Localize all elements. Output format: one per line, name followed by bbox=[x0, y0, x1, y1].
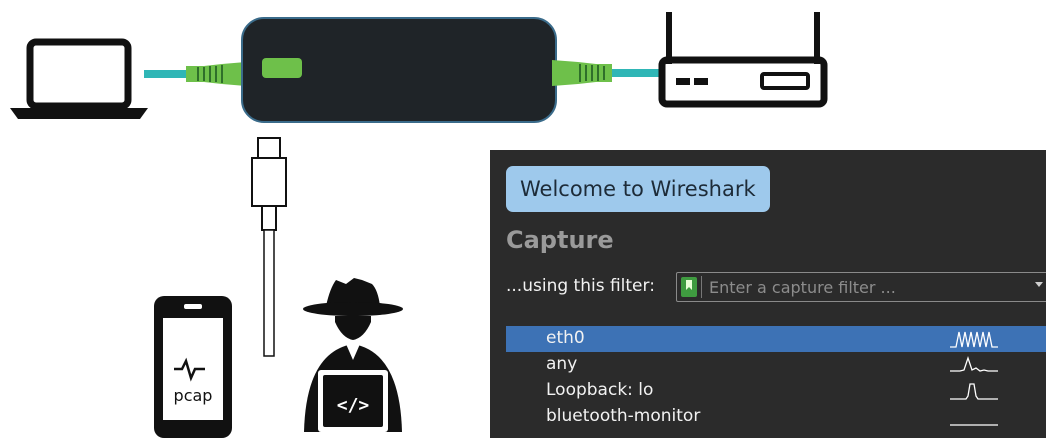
network-tap-device bbox=[241, 17, 557, 123]
smartphone-icon: pcap bbox=[154, 296, 232, 438]
hacker-icon: </> bbox=[303, 278, 403, 432]
interface-row-any[interactable]: any bbox=[506, 352, 1046, 378]
capture-heading: Capture bbox=[506, 226, 614, 254]
filter-label: ...using this filter: bbox=[506, 276, 655, 296]
interface-row-loopback[interactable]: Loopback: lo bbox=[506, 378, 1046, 404]
filter-divider bbox=[701, 276, 702, 298]
interface-name: bluetooth-monitor bbox=[546, 406, 701, 426]
interface-list: eth0 any Loopback: lo bluetooth-monitor bbox=[506, 326, 1046, 430]
interface-row-eth0[interactable]: eth0 bbox=[506, 326, 1046, 352]
phone-label: pcap bbox=[174, 386, 213, 405]
dropdown-caret-icon[interactable] bbox=[1035, 282, 1043, 287]
usb-cable bbox=[251, 137, 287, 357]
ethernet-cable-right bbox=[552, 60, 660, 86]
device-led bbox=[262, 58, 302, 78]
interface-row-bluetooth-monitor[interactable]: bluetooth-monitor bbox=[506, 404, 1046, 430]
capture-filter-input[interactable] bbox=[707, 274, 1011, 300]
capture-filter-box[interactable] bbox=[676, 272, 1046, 302]
code-icon: </> bbox=[337, 395, 370, 416]
router-icon bbox=[658, 12, 828, 108]
sparkline-icon bbox=[950, 331, 998, 348]
wireshark-welcome-panel: Welcome to Wireshark Capture ...using th… bbox=[490, 150, 1046, 438]
capture-filter-row: ...using this filter: bbox=[506, 272, 1046, 302]
welcome-button[interactable]: Welcome to Wireshark bbox=[506, 166, 770, 212]
interface-name: Loopback: lo bbox=[546, 380, 654, 400]
interface-name: any bbox=[546, 354, 578, 374]
bookmark-icon[interactable] bbox=[681, 277, 697, 297]
laptop-icon bbox=[10, 38, 148, 119]
sparkline-icon bbox=[950, 355, 998, 372]
interface-name: eth0 bbox=[546, 328, 585, 348]
ethernet-cable-left bbox=[144, 62, 246, 86]
sparkline-icon bbox=[950, 383, 998, 400]
sparkline-icon bbox=[950, 424, 998, 426]
